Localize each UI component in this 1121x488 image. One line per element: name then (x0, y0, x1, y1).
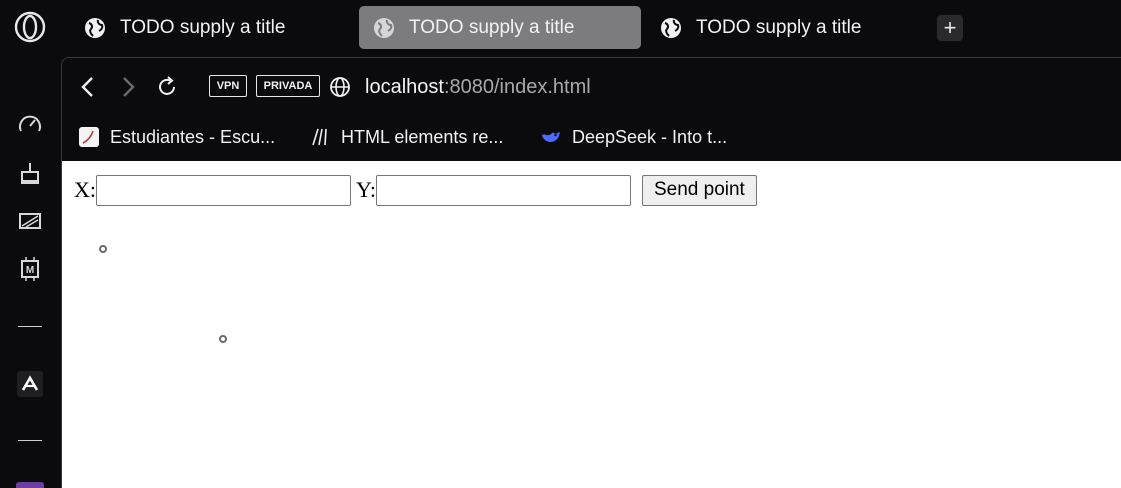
browser-window: VPN PRIVADA localhost:8080/index.html Es… (61, 57, 1121, 488)
tab-title: TODO supply a title (696, 16, 862, 38)
navigation-bar: VPN PRIVADA localhost:8080/index.html (62, 58, 1121, 116)
tab[interactable]: TODO supply a title (70, 6, 350, 49)
deepseek-whale-icon (540, 126, 562, 148)
page-icon (78, 126, 100, 148)
globe-icon (85, 17, 105, 38)
forward-icon[interactable] (116, 74, 140, 100)
plotted-point (99, 245, 107, 253)
speed-dial-icon[interactable] (14, 109, 46, 141)
x-label: X: (74, 177, 96, 202)
crypto-wallet-icon[interactable] (14, 205, 46, 237)
tab-title: TODO supply a title (409, 16, 575, 38)
new-tab-button[interactable]: + (937, 15, 963, 41)
bookmarks-bar: Estudiantes - Escu... HTML elements re..… (62, 116, 1121, 160)
sidebar-separator (18, 440, 42, 441)
sidebar-separator (18, 326, 42, 327)
tab[interactable]: TODO supply a title (646, 6, 926, 49)
x-input[interactable] (96, 174, 351, 206)
plotted-point (219, 335, 227, 343)
browser-sidebar: M (0, 0, 60, 488)
globe-icon (374, 17, 394, 38)
bookmark-item[interactable]: Estudiantes - Escu... (78, 124, 275, 150)
bookmark-label: HTML elements re... (341, 126, 504, 147)
tab-title: TODO supply a title (120, 16, 286, 38)
vpn-badge[interactable]: VPN (209, 75, 247, 97)
ai-chip-icon[interactable]: M (14, 253, 46, 285)
y-input[interactable] (375, 174, 631, 206)
tab-bar: TODO supply a title TODO supply a title … (60, 0, 1121, 56)
tab-active[interactable]: TODO supply a title (359, 6, 641, 49)
url-path: :8080/index.html (443, 76, 591, 98)
private-badge: PRIVADA (256, 75, 320, 97)
mdn-icon (309, 126, 331, 148)
cleaner-icon[interactable] (14, 157, 46, 189)
point-form: X: Y: Send point (74, 174, 757, 206)
back-icon[interactable] (76, 74, 100, 100)
site-info-globe-icon[interactable] (328, 74, 352, 100)
bookmark-label: Estudiantes - Escu... (110, 126, 276, 147)
bookmark-label: DeepSeek - Into t... (572, 126, 728, 147)
svg-text:M: M (26, 265, 34, 276)
globe-icon (661, 17, 681, 38)
address-bar[interactable]: localhost:8080/index.html (365, 76, 591, 99)
sidebar-extension-icon[interactable] (16, 482, 44, 488)
web-page-content: X: Y: Send point (62, 161, 1121, 488)
y-label: Y: (356, 177, 376, 202)
url-host: localhost (365, 76, 444, 98)
reload-icon[interactable] (155, 74, 179, 100)
opera-logo-icon[interactable] (14, 11, 46, 43)
bookmark-item[interactable]: HTML elements re... (309, 124, 503, 150)
aria-icon[interactable] (14, 368, 46, 400)
send-point-button[interactable]: Send point (641, 174, 757, 206)
bookmark-item[interactable]: DeepSeek - Into t... (540, 124, 727, 150)
